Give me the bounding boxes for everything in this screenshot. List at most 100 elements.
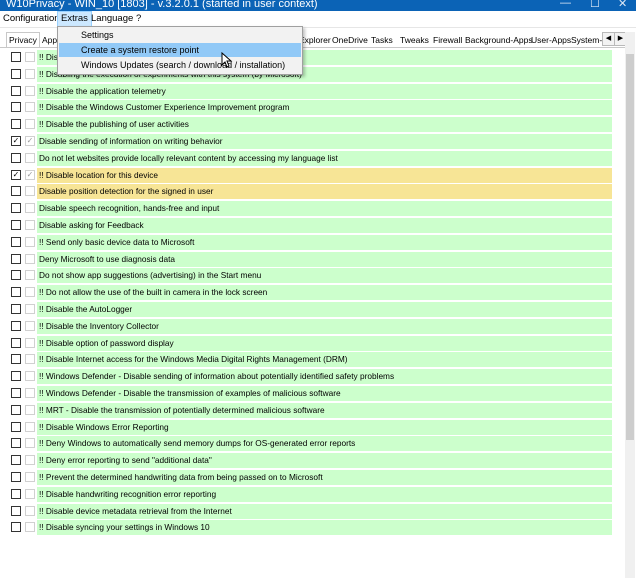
setting-user-checkbox[interactable] bbox=[25, 52, 35, 62]
setting-checkbox[interactable] bbox=[11, 505, 21, 516]
setting-user-checkbox[interactable] bbox=[25, 186, 35, 197]
setting-user-checkbox[interactable] bbox=[25, 320, 35, 331]
setting-row: Deny Microsoft to use diagnosis data bbox=[0, 251, 616, 267]
menu-item-windows-updates[interactable]: Windows Updates (search / download / ins… bbox=[59, 58, 301, 72]
menu-configuration[interactable]: Configuration bbox=[0, 12, 63, 26]
setting-row: !! Disable syncing your settings in Wind… bbox=[0, 520, 616, 536]
setting-user-checkbox[interactable] bbox=[25, 236, 35, 247]
setting-user-checkbox[interactable] bbox=[25, 119, 35, 130]
setting-user-checkbox[interactable] bbox=[25, 220, 35, 230]
setting-checkbox[interactable] bbox=[11, 186, 21, 197]
setting-user-checkbox[interactable] bbox=[25, 488, 35, 499]
menu-item-settings[interactable]: Settings bbox=[59, 28, 301, 42]
setting-checkbox[interactable] bbox=[11, 488, 21, 499]
setting-user-checkbox[interactable]: ✓ bbox=[25, 136, 35, 146]
setting-label: !! Deny Windows to automatically send me… bbox=[37, 436, 612, 452]
setting-checkbox[interactable] bbox=[11, 522, 21, 533]
setting-checkbox[interactable]: ✓ bbox=[11, 169, 21, 180]
setting-user-checkbox[interactable] bbox=[25, 455, 35, 466]
setting-checkbox[interactable] bbox=[11, 203, 21, 214]
setting-checkbox[interactable] bbox=[11, 287, 21, 298]
setting-checkbox[interactable] bbox=[11, 404, 21, 415]
setting-row: !! Disable the Inventory Collector bbox=[0, 318, 616, 334]
setting-checkbox[interactable] bbox=[11, 371, 21, 382]
setting-user-checkbox[interactable] bbox=[25, 505, 35, 516]
setting-label: !! Disable the Windows Customer Experien… bbox=[37, 100, 612, 116]
setting-row: !! Windows Defender - Disable sending of… bbox=[0, 369, 616, 385]
tab-tasks[interactable]: Tasks bbox=[369, 34, 395, 46]
setting-checkbox[interactable]: ✓ bbox=[11, 136, 21, 146]
setting-row: !! Disable device metadata retrieval fro… bbox=[0, 503, 616, 519]
setting-user-checkbox[interactable] bbox=[25, 371, 35, 382]
setting-label: Disable asking for Feedback bbox=[37, 218, 612, 233]
setting-row: !! Deny Windows to automatically send me… bbox=[0, 436, 616, 452]
setting-checkbox[interactable] bbox=[11, 119, 21, 130]
setting-user-checkbox[interactable] bbox=[25, 270, 35, 281]
setting-row: !! Disable the application telemetry bbox=[0, 83, 616, 99]
setting-user-checkbox[interactable] bbox=[25, 388, 35, 398]
setting-user-checkbox[interactable] bbox=[25, 472, 35, 482]
menu-help[interactable]: ? bbox=[133, 12, 144, 26]
setting-checkbox[interactable] bbox=[11, 472, 21, 482]
vertical-scrollbar[interactable] bbox=[625, 32, 635, 578]
tab-privacy[interactable]: Privacy bbox=[6, 32, 40, 47]
setting-checkbox[interactable] bbox=[11, 68, 21, 79]
setting-user-checkbox[interactable] bbox=[25, 85, 35, 96]
setting-user-checkbox[interactable] bbox=[25, 304, 35, 314]
setting-checkbox[interactable] bbox=[11, 220, 21, 230]
setting-checkbox[interactable] bbox=[11, 304, 21, 314]
setting-label: Do not show app suggestions (advertising… bbox=[37, 268, 612, 284]
setting-user-checkbox[interactable] bbox=[25, 287, 35, 298]
setting-label: Do not let websites provide locally rele… bbox=[37, 150, 612, 166]
setting-user-checkbox[interactable] bbox=[25, 253, 35, 264]
setting-user-checkbox[interactable] bbox=[25, 421, 35, 432]
maximize-icon[interactable]: ☐ bbox=[590, 0, 600, 10]
menu-item-create-restore-point[interactable]: Create a system restore point bbox=[59, 43, 301, 57]
setting-row: !! Do not allow the use of the built in … bbox=[0, 285, 616, 301]
setting-checkbox[interactable] bbox=[11, 354, 21, 365]
tab-onedrive[interactable]: OneDrive bbox=[330, 34, 370, 46]
tab-user-apps[interactable]: User-Apps bbox=[529, 34, 573, 46]
setting-checkbox[interactable] bbox=[11, 85, 21, 96]
setting-checkbox[interactable] bbox=[11, 102, 21, 113]
setting-user-checkbox[interactable]: ✓ bbox=[25, 169, 35, 180]
setting-checkbox[interactable] bbox=[11, 320, 21, 331]
scrollbar-thumb[interactable] bbox=[626, 54, 634, 440]
setting-checkbox[interactable] bbox=[11, 253, 21, 264]
tab-tweaks[interactable]: Tweaks bbox=[398, 34, 431, 46]
setting-checkbox[interactable] bbox=[11, 438, 21, 449]
setting-row: Do not show app suggestions (advertising… bbox=[0, 268, 616, 284]
setting-user-checkbox[interactable] bbox=[25, 68, 35, 79]
setting-user-checkbox[interactable] bbox=[25, 152, 35, 163]
setting-checkbox[interactable] bbox=[11, 236, 21, 247]
setting-checkbox[interactable] bbox=[11, 152, 21, 163]
setting-checkbox[interactable] bbox=[11, 455, 21, 466]
menu-language[interactable]: Language bbox=[88, 12, 136, 26]
setting-checkbox[interactable] bbox=[11, 270, 21, 281]
menu-extras[interactable]: Extras bbox=[57, 11, 92, 27]
setting-user-checkbox[interactable] bbox=[25, 354, 35, 365]
setting-user-checkbox[interactable] bbox=[25, 102, 35, 113]
tab-background-apps[interactable]: Background-Apps bbox=[463, 34, 535, 46]
setting-user-checkbox[interactable] bbox=[25, 203, 35, 214]
setting-label: !! Disable location for this device bbox=[37, 167, 612, 183]
setting-checkbox[interactable] bbox=[11, 337, 21, 348]
setting-label: !! Disable handwriting recognition error… bbox=[37, 486, 612, 502]
setting-label: Disable speech recognition, hands-free a… bbox=[37, 201, 612, 217]
close-icon[interactable]: ✕ bbox=[618, 0, 627, 10]
minimize-icon[interactable]: — bbox=[560, 0, 571, 9]
setting-row: !! Prevent the determined handwriting da… bbox=[0, 470, 616, 485]
setting-row: Disable position detection for the signe… bbox=[0, 184, 616, 200]
setting-row: !! Disable handwriting recognition error… bbox=[0, 486, 616, 502]
setting-label: Disable position detection for the signe… bbox=[37, 184, 612, 200]
setting-user-checkbox[interactable] bbox=[25, 522, 35, 533]
setting-row: ✓ ✓ Disable sending of information on writ… bbox=[0, 134, 616, 149]
setting-user-checkbox[interactable] bbox=[25, 337, 35, 348]
setting-user-checkbox[interactable] bbox=[25, 438, 35, 449]
setting-user-checkbox[interactable] bbox=[25, 404, 35, 415]
setting-label: !! Send only basic device data to Micros… bbox=[37, 234, 612, 250]
setting-checkbox[interactable] bbox=[11, 388, 21, 398]
setting-checkbox[interactable] bbox=[11, 421, 21, 432]
setting-checkbox[interactable] bbox=[11, 52, 21, 62]
tab-firewall[interactable]: Firewall bbox=[431, 34, 464, 46]
